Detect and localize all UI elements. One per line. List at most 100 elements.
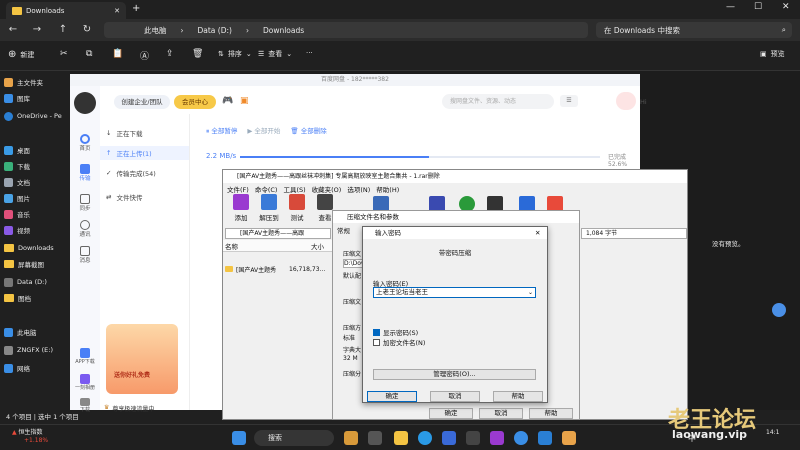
start-icon[interactable] xyxy=(232,431,246,445)
widgets-icon[interactable] xyxy=(344,431,358,445)
menu-commands[interactable]: 命令(C) xyxy=(255,184,278,194)
nav-quick-transfer[interactable]: ⇄ 文件快传 xyxy=(106,192,142,202)
new-tab-button[interactable]: + xyxy=(132,3,140,14)
sidebar-item-downloads-folder[interactable]: Downloads xyxy=(4,241,70,255)
nav-app-download[interactable]: APP下载 xyxy=(71,348,99,365)
sidebar-item-desktop[interactable]: 桌面 xyxy=(4,143,70,157)
nav-completed[interactable]: ✓ 传输完成(54) xyxy=(106,168,156,178)
close-icon[interactable]: ✕ xyxy=(114,7,120,15)
chevron-down-icon[interactable]: ⌄ xyxy=(528,288,533,297)
col-name[interactable]: 名称 xyxy=(225,241,238,251)
share-icon[interactable]: ⇪ xyxy=(166,49,174,59)
breadcrumb-item[interactable]: Data (D:) xyxy=(198,26,232,35)
promo-banner[interactable]: 送你好礼免费 xyxy=(106,324,178,394)
menu-tools[interactable]: 工具(S) xyxy=(283,184,305,194)
refresh-icon[interactable]: ↻ xyxy=(80,23,94,37)
user-avatar[interactable] xyxy=(616,92,636,110)
close-window-button[interactable]: ✕ xyxy=(782,2,790,12)
taskbar-search[interactable]: 搜索 xyxy=(254,430,334,446)
start-all-button[interactable]: ▶ 全部开始 xyxy=(247,125,280,136)
up-arrow-icon[interactable]: ↑ xyxy=(56,23,70,37)
nav-downloading[interactable]: ↓ 正在下载 xyxy=(106,128,142,138)
pause-all-button[interactable]: ⏸ 全部暂停 xyxy=(206,125,237,136)
winrar-taskbar-icon[interactable] xyxy=(490,431,504,445)
baidu-search-input[interactable]: 搜网盘文件、资源、动态 xyxy=(442,94,554,109)
manage-passwords-button[interactable]: 管理密码(O)... xyxy=(373,369,536,380)
menu-file[interactable]: 文件(F) xyxy=(227,184,249,194)
new-button[interactable]: ⊕ 新建 xyxy=(8,49,34,60)
tool-test[interactable]: 测试 xyxy=(285,194,309,222)
stock-widget[interactable]: ▲ 恒生指数 +1.18% xyxy=(12,429,48,445)
nav-home[interactable]: 首页 xyxy=(75,134,95,152)
rename-icon[interactable]: Ⓐ xyxy=(140,49,149,62)
nav-contacts[interactable]: 通讯 xyxy=(75,220,95,238)
view-button[interactable]: ☰ 查看 ⌄ xyxy=(258,49,292,59)
app-icon[interactable] xyxy=(466,431,480,445)
archive-ok-button[interactable]: 确定 xyxy=(429,408,473,419)
tool-add[interactable]: 添加 xyxy=(229,194,253,222)
app-icon[interactable] xyxy=(514,431,528,445)
password-cancel-button[interactable]: 取消 xyxy=(430,391,480,402)
sidebar-item-tudang[interactable]: 图档 xyxy=(4,291,70,305)
sidebar-item-gallery[interactable]: 图库 xyxy=(4,91,70,105)
forward-arrow-icon[interactable]: → xyxy=(30,23,44,37)
path-field[interactable]: [国产AV主题秀——高跟 xyxy=(225,228,331,239)
member-center-button[interactable]: 会员中心 xyxy=(174,95,216,109)
file-row[interactable]: [国产AV主题秀 16,718,73... xyxy=(223,264,333,274)
sidebar-item-pictures[interactable]: 图片 xyxy=(4,191,70,205)
search-input[interactable]: 在 Downloads 中搜索 ⌕ xyxy=(596,22,792,38)
cut-icon[interactable]: ✂ xyxy=(60,49,68,59)
assistant-float-icon[interactable] xyxy=(772,303,786,317)
nav-messages[interactable]: 消息 xyxy=(75,246,95,264)
app-icon[interactable] xyxy=(562,431,576,445)
edge-icon[interactable] xyxy=(418,431,432,445)
password-input[interactable]: 上老王论坛当老王 ⌄ xyxy=(373,287,536,298)
tab-downloads[interactable]: Downloads ✕ xyxy=(6,2,126,19)
sidebar-item-this-pc[interactable]: 此电脑 xyxy=(4,325,70,339)
col-size[interactable]: 大小 xyxy=(311,241,324,251)
speed-promo[interactable]: ♛ 尊享极速流量中 xyxy=(104,404,154,413)
preview-button[interactable]: ▣ 预览 xyxy=(760,49,785,59)
breadcrumb-item[interactable]: 此电脑 xyxy=(144,25,167,36)
tab-general[interactable]: 常规 xyxy=(337,225,350,235)
baidu-taskbar-icon[interactable] xyxy=(538,431,552,445)
menu-icon[interactable]: ☰ xyxy=(560,95,578,107)
password-ok-button[interactable]: 确定 xyxy=(367,391,417,402)
sidebar-item-downloads[interactable]: 下载 xyxy=(4,159,70,173)
create-enterprise-button[interactable]: 创建企业/团队 xyxy=(114,95,170,109)
copy-icon[interactable]: ⧉ xyxy=(86,49,92,59)
paste-icon[interactable]: 📋 xyxy=(112,49,123,59)
breadcrumb[interactable]: 此电脑 › Data (D:) › Downloads xyxy=(104,22,588,38)
delete-icon[interactable]: 🗑 xyxy=(192,49,203,59)
game-icon[interactable]: 🎮 xyxy=(222,96,233,106)
sidebar-item-home[interactable]: 主文件夹 xyxy=(4,75,70,89)
sidebar-item-music[interactable]: 音乐 xyxy=(4,207,70,221)
archive-cancel-button[interactable]: 取消 xyxy=(479,408,523,419)
breadcrumb-item[interactable]: Downloads xyxy=(263,26,304,35)
password-help-button[interactable]: 帮助 xyxy=(493,391,543,402)
sidebar-item-screenshots[interactable]: 屏幕截图 xyxy=(4,257,70,271)
show-password-checkbox[interactable]: 显示密码(S) xyxy=(373,327,418,337)
sidebar-item-onedrive[interactable]: OneDrive - Pe xyxy=(4,109,70,123)
dictionary-size-value[interactable]: 32 M xyxy=(343,355,358,362)
clock[interactable]: 14:1 xyxy=(766,429,779,436)
sidebar-item-videos[interactable]: 视频 xyxy=(4,223,70,237)
nav-album[interactable]: 一刻相册 xyxy=(71,374,99,391)
sidebar-item-zngfx[interactable]: ZNGFX (E:) xyxy=(4,343,70,357)
minimize-button[interactable]: — xyxy=(726,2,735,12)
avatar[interactable] xyxy=(74,92,96,114)
delete-all-button[interactable]: 🗑 全部删除 xyxy=(290,125,326,136)
archive-help-button[interactable]: 帮助 xyxy=(529,408,573,419)
file-explorer-icon[interactable] xyxy=(394,431,408,445)
close-icon[interactable]: ✕ xyxy=(535,227,540,239)
nav-uploading[interactable]: ↑ 正在上传(1) xyxy=(100,146,189,160)
sidebar-item-network[interactable]: 网络 xyxy=(4,361,70,375)
nav-transfer[interactable]: 传输 xyxy=(75,164,95,182)
menu-favorites[interactable]: 收藏夹(O) xyxy=(312,184,342,194)
store-icon[interactable] xyxy=(442,431,456,445)
back-arrow-icon[interactable]: ← xyxy=(6,23,20,37)
menu-help[interactable]: 帮助(H) xyxy=(376,184,399,194)
sidebar-item-data-drive[interactable]: Data (D:) xyxy=(4,275,70,289)
sidebar-item-documents[interactable]: 文档 xyxy=(4,175,70,189)
task-view-icon[interactable] xyxy=(368,431,382,445)
